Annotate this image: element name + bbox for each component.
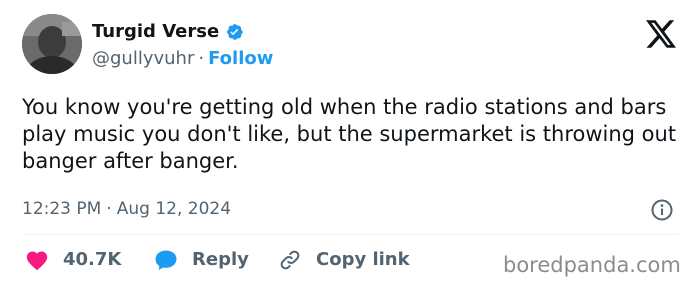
reply-button[interactable]: Reply — [154, 248, 249, 272]
author-handle-row: @gullyvuhr · Follow — [92, 47, 273, 71]
speech-bubble-icon — [155, 250, 177, 270]
tweet-text: You know you're getting old when the rad… — [22, 95, 677, 173]
copy-link-button[interactable]: Copy link — [278, 248, 410, 272]
author-name-row[interactable]: Turgid Verse — [92, 20, 244, 44]
follow-button[interactable]: Follow — [208, 48, 273, 69]
watermark: boredpanda.com — [503, 253, 681, 277]
tweet-time[interactable]: 12:23 PM — [22, 199, 101, 219]
author-display-name[interactable]: Turgid Verse — [92, 20, 219, 44]
tweet-date[interactable]: Aug 12, 2024 — [117, 199, 231, 219]
reply-label: Reply — [192, 249, 249, 270]
info-icon[interactable] — [650, 198, 674, 222]
x-logo-icon[interactable] — [646, 20, 676, 48]
handle-separator: · — [198, 48, 205, 69]
avatar[interactable] — [22, 14, 82, 74]
verified-badge-icon — [224, 22, 244, 42]
author-handle[interactable]: @gullyvuhr — [92, 48, 194, 69]
like-count: 40.7K — [63, 249, 122, 270]
tweet-card: Turgid Verse @gullyvuhr · Follow You know … — [0, 0, 700, 287]
heart-icon — [26, 251, 48, 271]
divider — [22, 234, 678, 235]
tweet-timestamp[interactable]: 12:23 PM · Aug 12, 2024 — [22, 198, 231, 220]
link-icon — [280, 250, 300, 270]
copy-link-label: Copy link — [316, 249, 410, 270]
like-button[interactable]: 40.7K — [25, 248, 121, 272]
timestamp-separator: · — [106, 199, 112, 219]
